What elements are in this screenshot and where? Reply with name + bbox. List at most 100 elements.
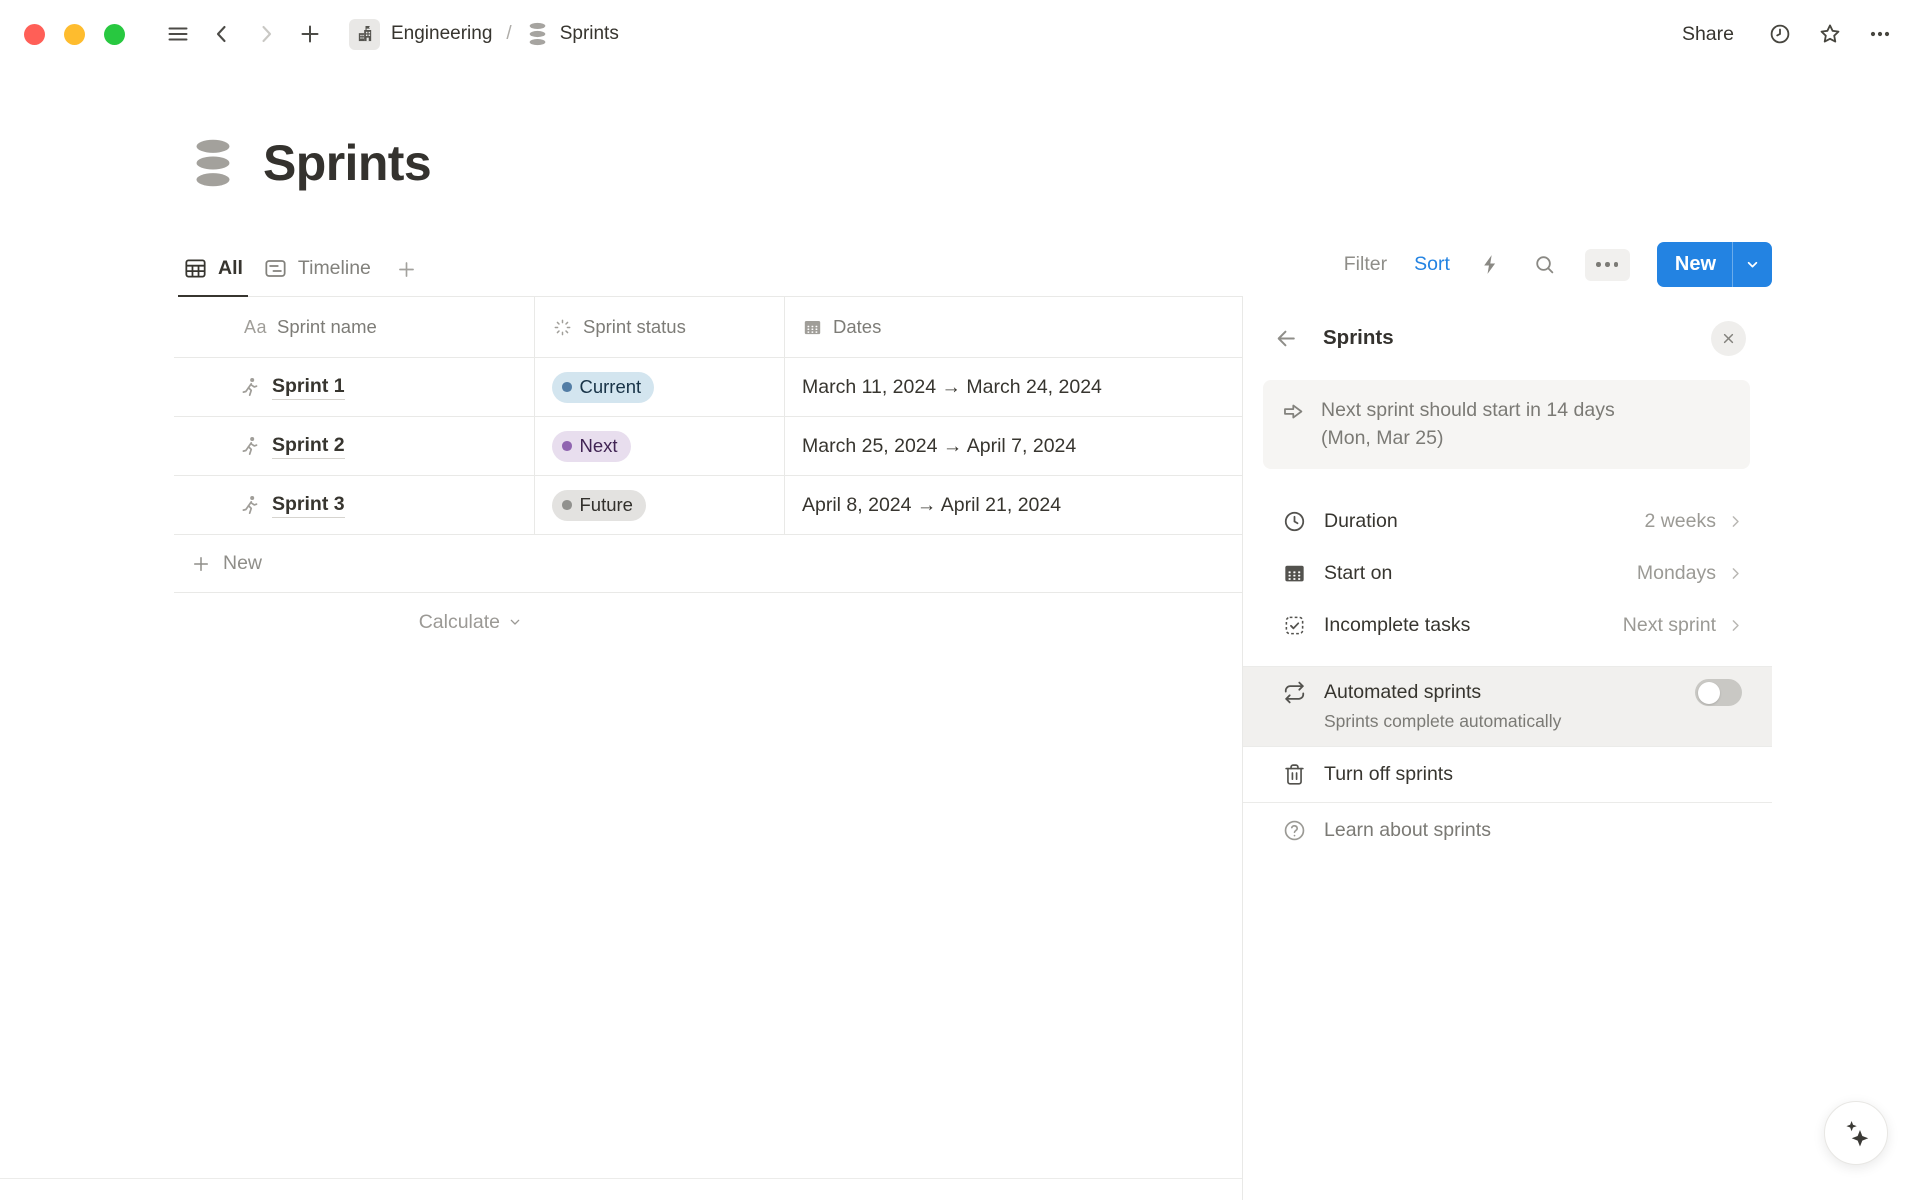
forward-button[interactable] (249, 17, 283, 51)
automated-toggle[interactable] (1695, 679, 1742, 706)
calendar-icon (1282, 561, 1307, 586)
sprint-status-cell[interactable]: Next (535, 417, 785, 476)
arrow-left-icon (1274, 326, 1299, 351)
plus-icon (191, 554, 211, 574)
favorite-star-button[interactable] (1812, 16, 1848, 52)
breadcrumb: Engineering / Sprints (349, 19, 619, 50)
chevron-down-icon (507, 614, 523, 630)
setting-row[interactable]: Start on Mondays (1243, 547, 1772, 599)
table-row[interactable]: Sprint 1 Current March 11, 2024 → March … (174, 358, 1242, 417)
automated-sprints-row[interactable]: Automated sprints Sprints complete autom… (1243, 667, 1772, 746)
notice-text: Next sprint should start in 14 days (Mon… (1321, 397, 1615, 452)
automated-description: Sprints complete automatically (1324, 711, 1742, 732)
sprint-name-cell[interactable]: Sprint 3 (174, 476, 535, 535)
share-button[interactable]: Share (1674, 17, 1742, 52)
filter-button[interactable]: Filter (1344, 253, 1387, 276)
tab-all[interactable]: All (178, 244, 248, 297)
notion-ai-button[interactable] (1824, 1101, 1888, 1165)
close-icon (1720, 330, 1737, 347)
tab-timeline-label: Timeline (298, 257, 371, 280)
column-header-dates[interactable]: Dates (785, 297, 1242, 358)
status-badge[interactable]: Current (552, 372, 654, 403)
text-type-icon: Aa (244, 317, 267, 338)
sprint-name[interactable]: Sprint 1 (272, 375, 345, 400)
status-badge[interactable]: Future (552, 490, 646, 521)
calculate-row: Calculate (174, 593, 1242, 651)
dates-cell[interactable]: April 8, 2024 → April 21, 2024 (785, 476, 1242, 535)
setting-row[interactable]: Incomplete tasks Next sprint (1243, 599, 1772, 651)
sprint-name-cell[interactable]: Sprint 2 (174, 417, 535, 476)
table-row[interactable]: Sprint 2 Next March 25, 2024 → April 7, … (174, 417, 1242, 476)
new-button-group: New (1657, 242, 1772, 287)
panel-title: Sprints (1323, 326, 1394, 350)
plus-icon (396, 259, 417, 280)
table-row[interactable]: Sprint 3 Future April 8, 2024 → April 21… (174, 476, 1242, 535)
clock-icon (1768, 22, 1792, 46)
panel-back-button[interactable] (1271, 323, 1301, 353)
dates-cell[interactable]: March 25, 2024 → April 7, 2024 (785, 417, 1242, 476)
status-spinner-icon (552, 317, 573, 338)
sprint-status-cell[interactable]: Current (535, 358, 785, 417)
status-label: Next (580, 435, 618, 457)
table-body: Sprint 1 Current March 11, 2024 → March … (174, 358, 1242, 535)
turn-off-label: Turn off sprints (1324, 763, 1453, 786)
status-badge[interactable]: Next (552, 431, 631, 462)
settings-list: Duration 2 weeks Start on Mondays Incomp… (1243, 495, 1772, 651)
new-button[interactable]: New (1657, 242, 1732, 287)
automations-button[interactable] (1477, 251, 1504, 278)
column-header-sprint-name[interactable]: Aa Sprint name (174, 297, 535, 358)
more-options-button[interactable] (1862, 16, 1898, 52)
updates-clock-button[interactable] (1762, 16, 1798, 52)
setting-row[interactable]: Duration 2 weeks (1243, 495, 1772, 547)
ellipsis-icon (1868, 22, 1892, 46)
sprint-name[interactable]: Sprint 3 (272, 493, 345, 518)
setting-label: Duration (1324, 510, 1398, 533)
column-header-sprint-status[interactable]: Sprint status (535, 297, 785, 358)
dates-text: March 25, 2024 → April 7, 2024 (802, 435, 1076, 458)
back-button[interactable] (205, 17, 239, 51)
clock-icon (1282, 509, 1307, 534)
view-controls: Filter Sort New (1344, 242, 1772, 296)
window-close-button[interactable] (24, 24, 45, 45)
table-view-icon (183, 256, 208, 281)
setting-value: 2 weeks (1644, 510, 1716, 533)
table-header: Aa Sprint name Sprint status Dates (174, 297, 1242, 358)
breadcrumb-workspace[interactable]: Engineering (391, 23, 492, 45)
new-page-button[interactable] (293, 17, 327, 51)
workspace-building-icon[interactable] (349, 19, 380, 50)
sort-button[interactable]: Sort (1414, 253, 1450, 276)
new-dropdown-button[interactable] (1732, 242, 1772, 287)
calculate-label: Calculate (419, 611, 500, 634)
new-row-button[interactable]: New (174, 535, 1242, 593)
running-person-icon (238, 376, 261, 399)
page-title[interactable]: Sprints (263, 134, 431, 192)
plus-icon (298, 22, 322, 46)
sprint-name[interactable]: Sprint 2 (272, 434, 345, 459)
window-zoom-button[interactable] (104, 24, 125, 45)
view-tabs: All Timeline (178, 244, 423, 296)
panel-close-button[interactable] (1711, 321, 1746, 356)
sprint-name-cell[interactable]: Sprint 1 (174, 358, 535, 417)
content-bottom-border (0, 1178, 1242, 1179)
add-view-button[interactable] (386, 244, 423, 296)
search-button[interactable] (1531, 251, 1558, 278)
calendar-icon (802, 317, 823, 338)
tab-timeline[interactable]: Timeline (258, 244, 376, 297)
learn-about-sprints-link[interactable]: Learn about sprints (1243, 803, 1772, 858)
dates-text: March 11, 2024 → March 24, 2024 (802, 376, 1102, 399)
sprints-table: Aa Sprint name Sprint status Dates Sprin… (174, 297, 1242, 651)
window-minimize-button[interactable] (64, 24, 85, 45)
help-icon (1282, 818, 1307, 843)
breadcrumb-page[interactable]: Sprints (560, 23, 619, 45)
setting-label: Incomplete tasks (1324, 614, 1470, 637)
notice-line1: Next sprint should start in 14 days (1321, 397, 1615, 425)
calculate-button[interactable]: Calculate (174, 593, 535, 651)
turn-off-sprints-button[interactable]: Turn off sprints (1243, 747, 1772, 802)
sidebar-menu-button[interactable] (161, 17, 195, 51)
star-icon (1818, 22, 1842, 46)
view-options-button[interactable] (1585, 249, 1630, 281)
dates-cell[interactable]: March 11, 2024 → March 24, 2024 (785, 358, 1242, 417)
setting-value: Mondays (1637, 562, 1716, 585)
database-icon (190, 136, 236, 190)
sprint-status-cell[interactable]: Future (535, 476, 785, 535)
